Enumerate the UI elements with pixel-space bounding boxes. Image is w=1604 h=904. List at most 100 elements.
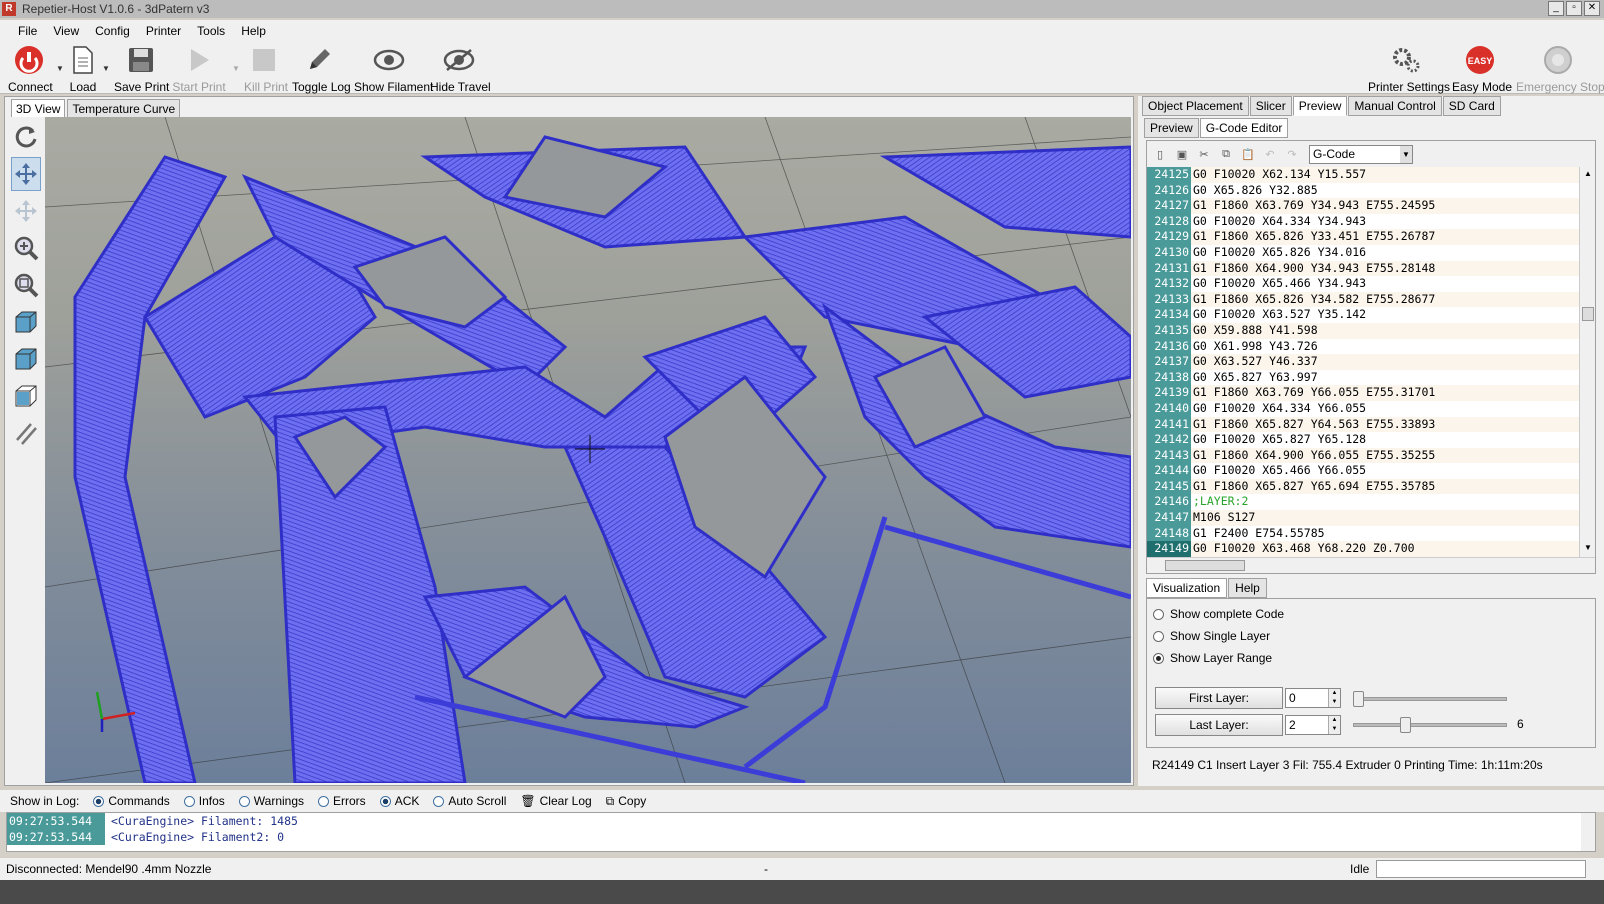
spinner-arrows-icon[interactable]: ▲ ▼	[1328, 716, 1340, 734]
connect-button[interactable]: Connect	[8, 46, 53, 94]
editor-horizontal-scrollbar[interactable]	[1147, 557, 1595, 573]
subtab-gcode-editor[interactable]: G-Code Editor	[1199, 118, 1289, 138]
tab-3d-view[interactable]: 3D View	[11, 99, 66, 118]
new-file-icon[interactable]: ▯	[1151, 145, 1169, 163]
code-line[interactable]: 24147 M106 S127	[1147, 510, 1579, 526]
file-select[interactable]: G-Code ▼	[1309, 144, 1413, 164]
menu-file[interactable]: File	[10, 24, 45, 38]
radio-show-complete-code[interactable]: Show complete Code	[1153, 607, 1284, 621]
scroll-thumb[interactable]	[1582, 307, 1594, 321]
tab-slicer[interactable]: Slicer	[1249, 96, 1292, 116]
save-file-icon[interactable]: ▣	[1173, 145, 1191, 163]
menu-view[interactable]: View	[45, 24, 87, 38]
tab-manual-control[interactable]: Manual Control	[1348, 96, 1442, 116]
tab-visualization[interactable]: Visualization	[1146, 578, 1228, 598]
editor-vertical-scrollbar[interactable]: ▲ ▼	[1579, 167, 1595, 557]
code-line[interactable]: 24132 G0 F10020 X65.466 Y34.943	[1147, 276, 1579, 292]
side-view-icon[interactable]	[11, 342, 41, 376]
last-layer-button[interactable]: Last Layer:	[1155, 714, 1283, 736]
close-button[interactable]: ✕	[1584, 1, 1600, 16]
tab-object-placement[interactable]: Object Placement	[1142, 96, 1249, 116]
code-line[interactable]: 24137 G0 X63.527 Y46.337	[1147, 354, 1579, 370]
start-print-button[interactable]: Start Print	[172, 46, 226, 94]
menu-help[interactable]: Help	[233, 24, 274, 38]
code-line[interactable]: 24126 G0 X65.826 Y32.885	[1147, 182, 1579, 199]
code-lines[interactable]: 24125 G0 F10020 X62.134 Y15.557 24126 G0 X6…	[1147, 167, 1579, 557]
code-line[interactable]: 24148 G1 F2400 E754.55785	[1147, 525, 1579, 542]
first-layer-slider[interactable]	[1353, 691, 1507, 707]
code-line[interactable]: 24136 G0 X61.998 Y43.726	[1147, 338, 1579, 355]
code-line[interactable]: 24142 G0 F10020 X65.827 Y65.128	[1147, 432, 1579, 448]
clear-log-button[interactable]: 🗑 Clear Log	[520, 794, 591, 808]
menu-printer[interactable]: Printer	[138, 24, 189, 38]
code-line[interactable]: 24149 G0 F10020 X63.468 Y68.220 Z0.700	[1147, 541, 1579, 557]
rotate-icon[interactable]	[11, 120, 41, 154]
cut-icon[interactable]: ✂	[1195, 145, 1213, 163]
code-line[interactable]: 24143 G1 F1860 X64.900 Y66.055 E755.35255	[1147, 447, 1579, 464]
code-line[interactable]: 24138 G0 X65.827 Y63.997	[1147, 369, 1579, 386]
code-line[interactable]: 24133 G1 F1860 X65.826 Y34.582 E755.28677	[1147, 291, 1579, 308]
tab-help[interactable]: Help	[1228, 578, 1267, 598]
radio-show-layer-range[interactable]: Show Layer Range	[1153, 651, 1272, 665]
hscroll-thumb[interactable]	[1165, 560, 1245, 571]
front-view-icon[interactable]	[11, 305, 41, 339]
last-layer-input[interactable]: 2 ▲ ▼	[1285, 715, 1341, 735]
maximize-button[interactable]: ▫	[1566, 1, 1582, 16]
easy-mode-button[interactable]: EASY Easy Mode	[1452, 46, 1512, 94]
hide-travel-button[interactable]: Hide Travel	[430, 46, 491, 94]
slider-knob[interactable]	[1400, 717, 1411, 733]
tab-sd-card[interactable]: SD Card	[1442, 96, 1501, 116]
log-errors-toggle[interactable]: Errors	[318, 794, 366, 808]
menu-tools[interactable]: Tools	[189, 24, 233, 38]
show-filament-button[interactable]: Show Filament	[354, 46, 433, 94]
menu-config[interactable]: Config	[87, 24, 138, 38]
tab-temperature-curve[interactable]: Temperature Curve	[67, 99, 181, 118]
spinner-arrows-icon[interactable]: ▲ ▼	[1328, 689, 1340, 707]
minimize-button[interactable]: _	[1548, 1, 1564, 16]
top-view-icon[interactable]	[11, 379, 41, 413]
3d-viewport[interactable]	[45, 117, 1131, 783]
first-layer-input[interactable]: 0 ▲ ▼	[1285, 688, 1341, 708]
copy-log-button[interactable]: ⧉ Copy	[606, 794, 647, 809]
log-commands-toggle[interactable]: Commands	[93, 794, 170, 808]
gcode-editor[interactable]: ▯ ▣ ✂ ⧉ 📋 ↶ ↷ G-Code ▼ 24125 G0 F10020 X62…	[1146, 140, 1596, 574]
parallel-projection-icon[interactable]	[11, 416, 41, 450]
code-line[interactable]: 24127 G1 F1860 X63.769 Y34.943 E755.24595	[1147, 198, 1579, 214]
code-line[interactable]: 24130 G0 F10020 X65.826 Y34.016	[1147, 244, 1579, 261]
paste-icon[interactable]: 📋	[1239, 145, 1257, 163]
code-line[interactable]: 24135 G0 X59.888 Y41.598	[1147, 322, 1579, 339]
zoom-icon[interactable]	[11, 231, 41, 265]
toggle-log-button[interactable]: Toggle Log	[292, 46, 351, 94]
emergency-stop-button[interactable]: Emergency Stop	[1516, 46, 1604, 94]
code-line[interactable]: 24134 G0 F10020 X63.527 Y35.142	[1147, 307, 1579, 323]
log-scrollbar[interactable]	[1581, 813, 1595, 851]
redo-icon[interactable]: ↷	[1283, 145, 1301, 163]
last-layer-slider[interactable]	[1353, 717, 1507, 733]
scroll-up-icon[interactable]: ▲	[1582, 169, 1594, 181]
move-icon[interactable]	[11, 157, 41, 191]
code-line[interactable]: 24146 ;LAYER:2	[1147, 494, 1579, 511]
code-line[interactable]: 24129 G1 F1860 X65.826 Y33.451 E755.26787	[1147, 229, 1579, 245]
load-button[interactable]: Load	[66, 46, 100, 94]
subtab-preview[interactable]: Preview	[1144, 118, 1199, 138]
log-ack-toggle[interactable]: ACK	[379, 794, 419, 808]
log-auto-scroll-toggle[interactable]: Auto Scroll	[433, 794, 506, 808]
radio-show-single-layer[interactable]: Show Single Layer	[1153, 629, 1270, 643]
printer-settings-button[interactable]: Printer Settings	[1368, 46, 1450, 94]
code-line[interactable]: 24131 G1 F1860 X64.900 Y34.943 E755.28148	[1147, 260, 1579, 277]
code-line[interactable]: 24140 G0 F10020 X64.334 Y66.055	[1147, 400, 1579, 417]
code-line[interactable]: 24144 G0 F10020 X65.466 Y66.055	[1147, 463, 1579, 479]
move-object-icon[interactable]	[11, 194, 41, 228]
scroll-down-icon[interactable]: ▼	[1582, 543, 1594, 555]
log-warnings-toggle[interactable]: Warnings	[238, 794, 304, 808]
slider-knob[interactable]	[1353, 691, 1364, 707]
copy-icon[interactable]: ⧉	[1217, 145, 1235, 163]
code-line[interactable]: 24145 G1 F1860 X65.827 Y65.694 E755.35785	[1147, 478, 1579, 495]
save-print-button[interactable]: Save Print	[114, 46, 169, 94]
log-output[interactable]: 09:27:53.544 <CuraEngine> Filament: 1485…	[6, 812, 1596, 852]
code-line[interactable]: 24128 G0 F10020 X64.334 Y34.943	[1147, 213, 1579, 230]
log-infos-toggle[interactable]: Infos	[183, 794, 225, 808]
code-line[interactable]: 24125 G0 F10020 X62.134 Y15.557	[1147, 167, 1579, 183]
code-line[interactable]: 24141 G1 F1860 X65.827 Y64.563 E755.33893	[1147, 416, 1579, 433]
undo-icon[interactable]: ↶	[1261, 145, 1279, 163]
